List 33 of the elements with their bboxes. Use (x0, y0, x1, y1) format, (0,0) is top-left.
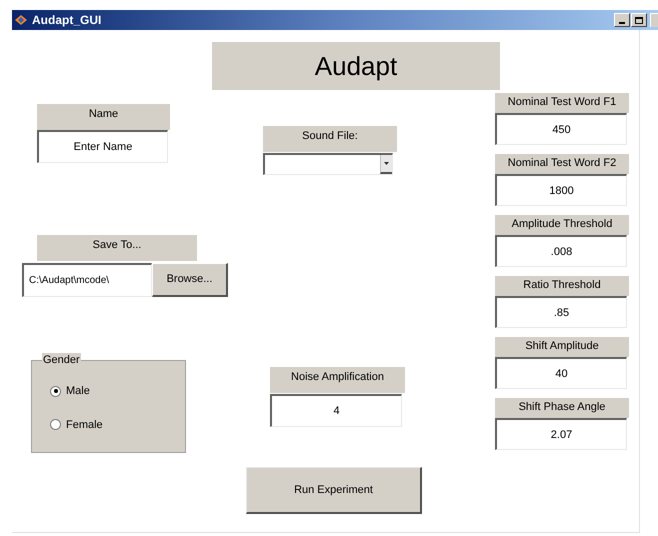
parameter-label: Ratio Threshold (495, 276, 629, 296)
parameter-field[interactable]: 2.07 (495, 418, 627, 450)
browse-button[interactable]: Browse... (152, 263, 228, 297)
parameter-label: Nominal Test Word F1 (495, 93, 629, 113)
radio-button[interactable] (50, 386, 61, 397)
app-icon (14, 13, 28, 27)
parameter-field[interactable]: 450 (495, 113, 627, 145)
parameter-label: Shift Phase Angle (495, 398, 629, 418)
parameter-field[interactable]: 1800 (495, 174, 627, 206)
name-field[interactable]: Enter Name (37, 130, 168, 163)
run-experiment-button[interactable]: Run Experiment (246, 467, 422, 514)
save-path-field[interactable]: C:\Audapt\mcode\ (22, 263, 152, 297)
dropdown-arrow-button[interactable] (380, 155, 392, 174)
radio-button[interactable] (50, 419, 61, 430)
parameter-field[interactable]: .008 (495, 235, 627, 267)
minimize-button[interactable] (614, 13, 630, 27)
save-to-label: Save To... (37, 235, 197, 261)
parameter-label: Amplitude Threshold (495, 215, 629, 235)
noise-amplification-field[interactable]: 4 (270, 394, 402, 427)
noise-amplification-label: Noise Amplification (270, 367, 405, 393)
parameter-field[interactable]: 40 (495, 357, 627, 389)
window-title: Audapt_GUI (32, 12, 102, 29)
radio-label: Female (66, 418, 103, 432)
radio-label: Male (66, 384, 90, 399)
heading-panel: Audapt (212, 42, 500, 90)
parameter-field[interactable]: .85 (495, 296, 627, 328)
caret-icon (384, 162, 389, 165)
sound-file-dropdown[interactable] (263, 153, 393, 175)
maximize-button[interactable] (631, 13, 647, 27)
parameter-label: Nominal Test Word F2 (495, 154, 629, 174)
name-label: Name (37, 104, 170, 130)
parameter-label: Shift Amplitude (495, 337, 629, 357)
sound-file-label: Sound File: (263, 126, 397, 152)
